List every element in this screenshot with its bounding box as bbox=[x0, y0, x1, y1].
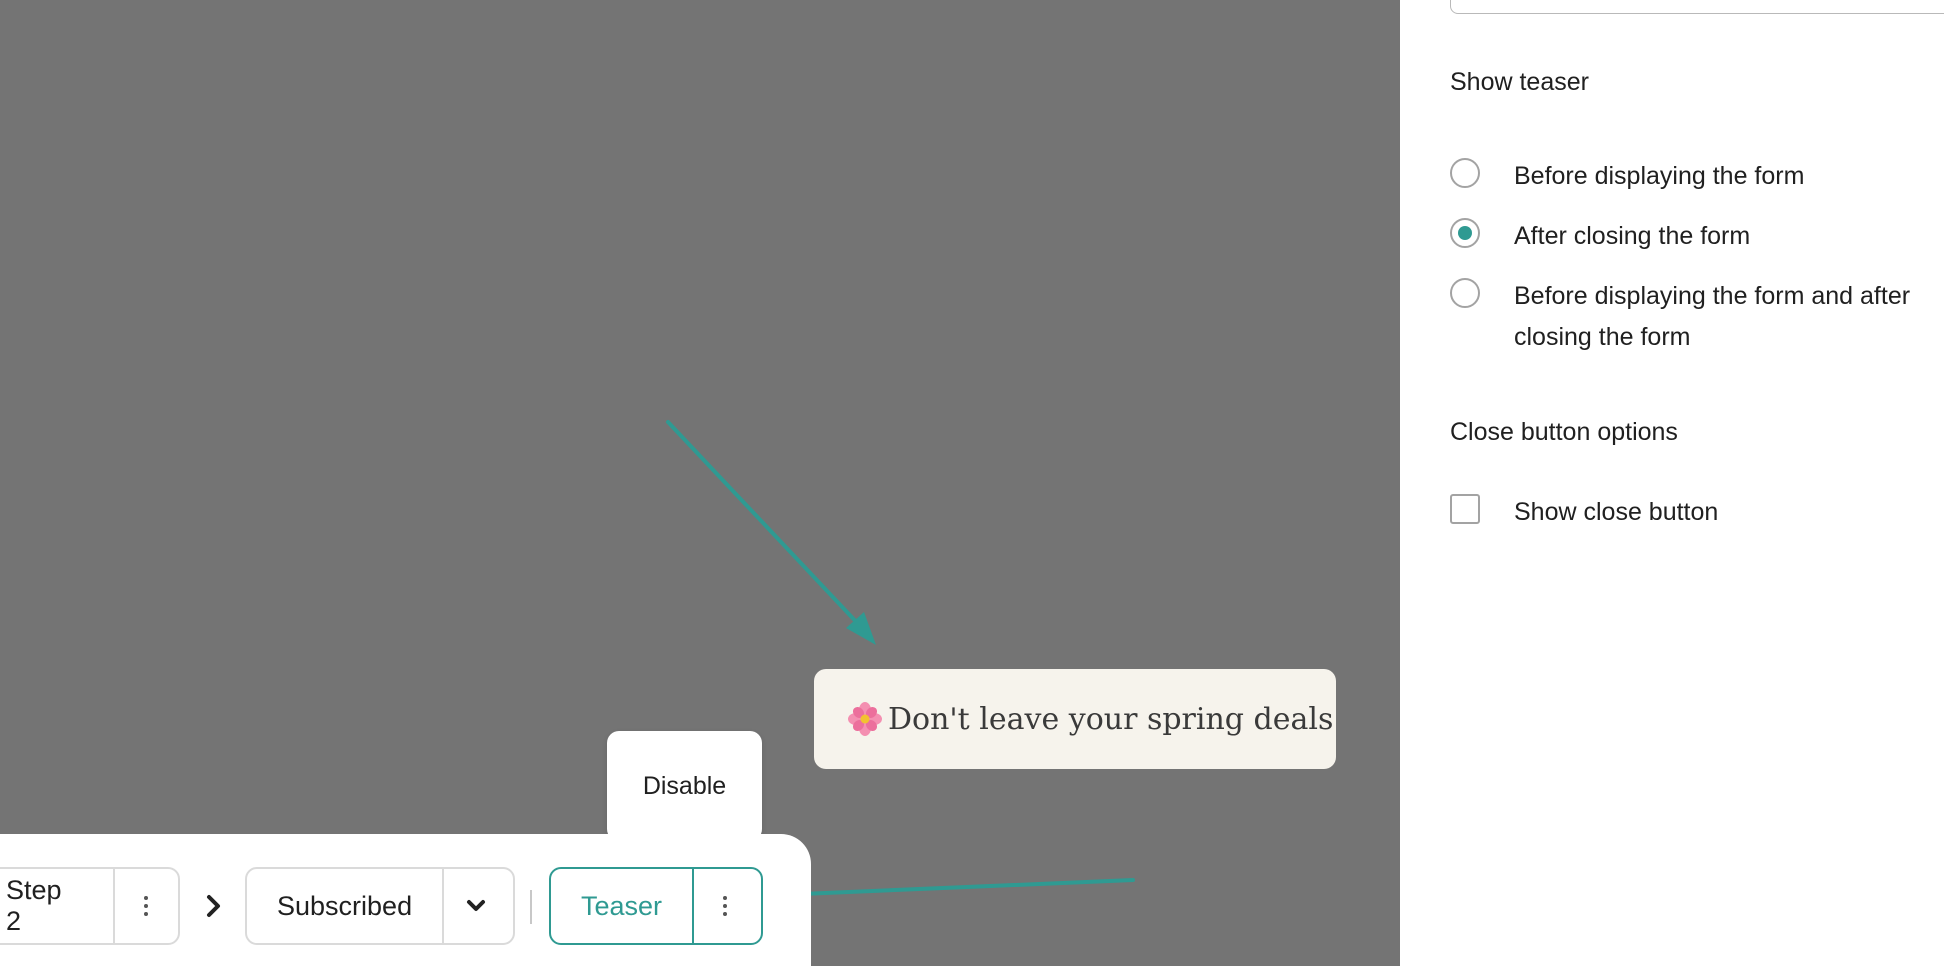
radio-button-selected[interactable] bbox=[1450, 218, 1480, 248]
chevron-down-icon bbox=[467, 900, 486, 911]
teaser-text: Don't leave your spring deals bbox=[888, 701, 1334, 737]
radio-before-displaying[interactable]: Before displaying the form bbox=[1450, 156, 1944, 197]
show-close-button-checkbox[interactable] bbox=[1450, 494, 1480, 524]
step-2-label: Step 2 bbox=[6, 875, 62, 936]
step-2-chip[interactable]: Step 2 bbox=[0, 867, 180, 945]
teaser-more-button[interactable] bbox=[694, 869, 756, 943]
step-bar-separator bbox=[530, 890, 532, 924]
more-vertical-icon bbox=[144, 896, 149, 916]
arrow-to-teaser bbox=[666, 420, 876, 645]
settings-panel: Show teaser Before displaying the form A… bbox=[1400, 0, 1944, 966]
radio-after-closing[interactable]: After closing the form bbox=[1450, 216, 1944, 257]
flower-icon bbox=[848, 702, 882, 736]
subscribed-label: Subscribed bbox=[277, 890, 413, 921]
teaser-preview[interactable]: Don't leave your spring deals bbox=[814, 669, 1336, 769]
subscribed-dropdown-button[interactable] bbox=[444, 869, 508, 943]
subscribed-chip[interactable]: Subscribed bbox=[245, 867, 515, 945]
form-preview-canvas: Don't leave your spring deals Disable St… bbox=[0, 0, 1400, 966]
more-vertical-icon bbox=[723, 896, 728, 916]
teaser-chip[interactable]: Teaser bbox=[549, 867, 763, 945]
chevron-right-icon bbox=[207, 895, 220, 917]
checkbox-label: Show close button bbox=[1514, 498, 1719, 526]
close-button-options-title: Close button options bbox=[1450, 418, 1678, 446]
radio-label: Before displaying the form bbox=[1514, 162, 1805, 190]
show-close-button-option[interactable]: Show close button bbox=[1450, 492, 1944, 533]
settings-input-field[interactable] bbox=[1450, 0, 1944, 14]
radio-before-and-after[interactable]: Before displaying the form and after clo… bbox=[1450, 276, 1944, 358]
radio-label: Before displaying the form and after clo… bbox=[1514, 282, 1911, 351]
radio-label: After closing the form bbox=[1514, 222, 1751, 250]
step-2-more-button[interactable] bbox=[115, 869, 178, 943]
radio-button[interactable] bbox=[1450, 158, 1480, 188]
teaser-label: Teaser bbox=[581, 890, 663, 921]
disable-menu-item[interactable]: Disable bbox=[607, 731, 762, 841]
show-teaser-title: Show teaser bbox=[1450, 68, 1589, 96]
radio-button[interactable] bbox=[1450, 278, 1480, 308]
